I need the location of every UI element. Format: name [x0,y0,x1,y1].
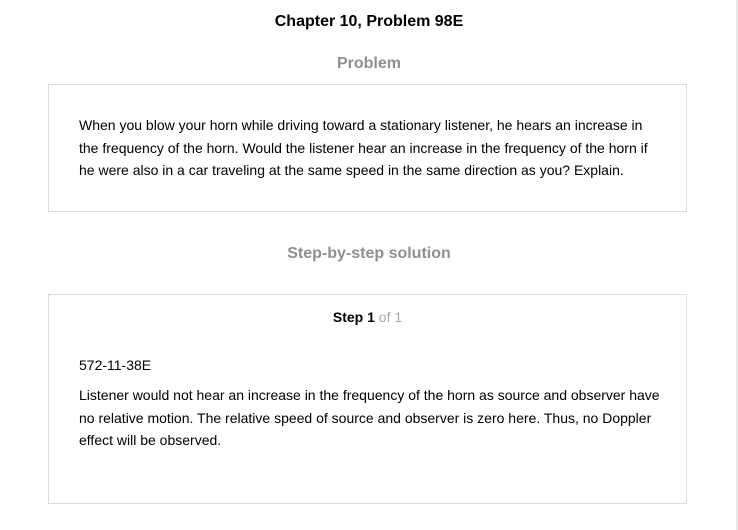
answer-text: Listener would not hear an increase in t… [79,387,660,448]
solution-heading: Step-by-step solution [287,245,451,262]
answer-code: 572-11-38E [79,357,152,373]
step-total: of 1 [378,309,403,325]
step-label: Step [332,309,364,325]
problem-heading: Problem [336,55,401,72]
problem-text: When you blow your horn while driving to… [79,117,648,178]
page-title: Chapter 10, Problem 98E [274,13,464,30]
step-number: 1 [367,309,375,325]
step-indicator: Step 1 of 1 [49,308,686,326]
solution-card: Step 1 of 1 572-11-38E Listener would no… [48,294,687,504]
problem-card: When you blow your horn while driving to… [48,84,687,212]
